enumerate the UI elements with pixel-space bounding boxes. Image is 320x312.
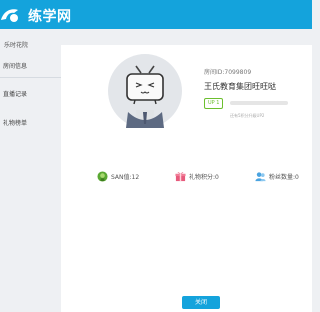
tv-mascot-icon [126, 65, 164, 128]
level-badge: UP 1 [204, 98, 224, 109]
site-logo[interactable]: 练学网 [0, 6, 72, 26]
sidebar-item-label: 直播记录 [3, 91, 28, 98]
sidebar-item-gift-rank[interactable]: 礼物榜单 [3, 118, 27, 127]
san-icon [97, 170, 108, 182]
stat-fans: 粉丝数量:0 [255, 170, 299, 182]
logo-icon [1, 9, 18, 22]
sidebar-header: 乐时花院 [0, 35, 61, 78]
experience-note: 还有5积分升级UP2 [230, 113, 265, 118]
sidebar-item-live-records[interactable]: 直播记录 [3, 89, 27, 98]
sidebar: 乐时花院 房间信息 直播记录 礼物榜单 [0, 29, 61, 312]
top-header: 练学网 [0, 0, 312, 29]
stat-gift: 礼物积分:0 [175, 170, 219, 182]
stat-label: 礼物积分:0 [189, 173, 219, 181]
close-button[interactable]: 关闭 [182, 296, 220, 309]
experience-bar [230, 101, 288, 105]
sidebar-item-label: 房间信息 [3, 63, 28, 70]
stat-label: 粉丝数量:0 [269, 173, 299, 181]
sidebar-item-label: 礼物榜单 [3, 120, 28, 127]
sidebar-item-room-info[interactable]: 房间信息 [3, 61, 27, 70]
avatar [108, 54, 182, 128]
sidebar-header-label: 乐时花院 [4, 42, 29, 49]
fans-icon [255, 171, 266, 181]
stat-label: SAN值:12 [111, 173, 140, 181]
room-id: 房间ID:7099809 [204, 69, 252, 76]
user-name: 王氏教育集团旺旺哒 [204, 82, 276, 91]
gift-icon [175, 171, 186, 181]
logo-text: 练学网 [28, 9, 72, 25]
stat-san: SAN值:12 [97, 170, 139, 182]
